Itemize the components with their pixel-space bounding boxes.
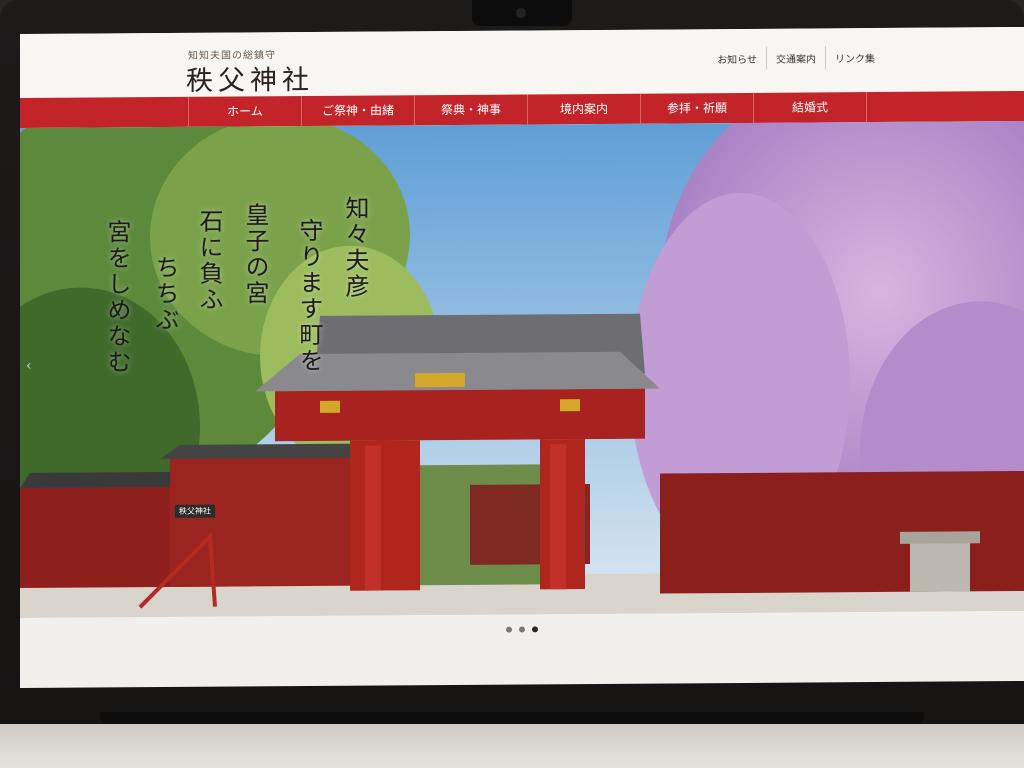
- slide-dot-2[interactable]: [519, 626, 525, 633]
- nav-item-wedding[interactable]: 結婚式: [754, 92, 867, 123]
- slide-dot-3[interactable]: [532, 626, 538, 633]
- slide-indicator: [506, 626, 538, 633]
- nav-item-worship[interactable]: 参拝・祈願: [641, 92, 754, 124]
- calligraphy-line-3: 皇子の宮: [241, 202, 269, 307]
- browser-screen: 知知夫国の総鎮守 秩父神社 お知らせ 交通案内 リンク集 ホーム ご祭神・由緒 …: [20, 26, 1024, 688]
- calligraphy-line-2: 守ります町を: [295, 217, 323, 375]
- calligraphy-line-5: ちちぶ: [151, 254, 179, 334]
- shrine-sign: 秩父神社: [175, 504, 215, 518]
- nav-item-deity-history[interactable]: ご祭神・由緒: [302, 95, 415, 127]
- util-link-access[interactable]: 交通案内: [766, 46, 825, 70]
- camera-notch: [472, 0, 572, 26]
- util-link-links[interactable]: リンク集: [825, 45, 884, 70]
- util-link-news[interactable]: お知らせ: [708, 47, 766, 70]
- slide-dot-1[interactable]: [506, 626, 512, 633]
- calligraphy-line-1: 知々夫彦: [341, 195, 369, 300]
- calligraphy-line-4: 石に負ふ: [195, 208, 223, 313]
- nav-item-home[interactable]: ホーム: [189, 96, 302, 127]
- utility-links: お知らせ 交通案内 リンク集: [708, 45, 884, 70]
- nav-item-festivals[interactable]: 祭典・神事: [415, 94, 528, 126]
- hero-image: [20, 120, 1024, 618]
- prev-slide-icon[interactable]: ‹: [26, 358, 32, 374]
- hero-slideshow[interactable]: ‹ 秩父神社 知々夫彦 守ります町を 皇子の宮 石に負ふ ちちぶ 宮をしめなむ: [20, 120, 1024, 618]
- desk-surface: [0, 724, 1024, 768]
- nav-item-grounds[interactable]: 境内案内: [528, 93, 641, 125]
- site-logo[interactable]: 秩父神社: [186, 58, 314, 98]
- nav-spacer: [20, 96, 189, 128]
- calligraphy-line-6: 宮をしめなむ: [103, 219, 131, 376]
